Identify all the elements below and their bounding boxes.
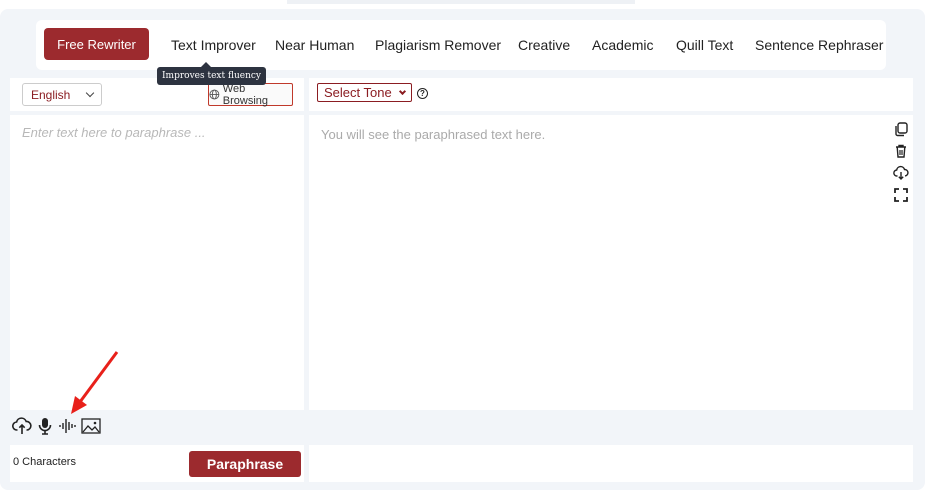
annotation-arrow-icon xyxy=(71,351,119,414)
paraphrase-button[interactable]: Paraphrase xyxy=(189,451,301,477)
web-browsing-button[interactable]: Web Browsing xyxy=(208,82,293,107)
mode-plagiarism-remover[interactable]: Plagiarism Remover xyxy=(375,20,501,70)
language-value: English xyxy=(31,87,71,102)
mode-quill-text[interactable]: Quill Text xyxy=(676,20,733,70)
globe-icon xyxy=(209,89,220,100)
mode-text-improver[interactable]: Text Improver xyxy=(171,20,256,70)
paraphrase-input[interactable] xyxy=(10,115,304,410)
mode-sentence-rephraser[interactable]: Sentence Rephraser xyxy=(755,20,883,70)
copy-icon[interactable] xyxy=(893,121,909,137)
input-tools xyxy=(10,413,304,443)
fullscreen-icon[interactable] xyxy=(893,187,909,203)
mode-near-human[interactable]: Near Human xyxy=(275,20,354,70)
mode-creative[interactable]: Creative xyxy=(518,20,570,70)
input-footer: 0 Characters Paraphrase xyxy=(10,445,304,482)
output-placeholder: You will see the paraphrased text here. xyxy=(321,127,546,142)
output-toolbar: Select Tone ? xyxy=(309,78,913,111)
mode-bar: Free Rewriter Text Improver Near Human P… xyxy=(36,20,886,70)
chevron-down-icon xyxy=(85,88,95,98)
mode-academic[interactable]: Academic xyxy=(592,20,653,70)
help-icon[interactable]: ? xyxy=(417,88,428,99)
character-count: 0 Characters xyxy=(13,456,76,468)
tone-select[interactable]: Select Tone xyxy=(317,83,412,102)
web-browsing-label: Web Browsing xyxy=(222,82,269,107)
mode-free-rewriter[interactable]: Free Rewriter xyxy=(44,28,149,60)
language-select[interactable]: English xyxy=(22,83,102,106)
audio-wave-icon[interactable] xyxy=(58,417,76,440)
mode-tooltip: Improves text fluency xyxy=(157,62,267,85)
top-strip xyxy=(287,0,635,4)
output-actions xyxy=(893,121,909,203)
trash-icon[interactable] xyxy=(893,143,909,159)
cloud-download-icon[interactable] xyxy=(893,165,909,181)
tone-value: Select Tone xyxy=(324,85,392,100)
output-footer xyxy=(309,445,913,482)
input-panel xyxy=(10,115,304,410)
microphone-icon[interactable] xyxy=(37,417,53,440)
chevron-down-icon xyxy=(398,87,407,95)
image-icon[interactable] xyxy=(81,417,101,440)
output-panel: You will see the paraphrased text here. xyxy=(309,115,913,410)
cloud-upload-icon[interactable] xyxy=(12,416,32,440)
